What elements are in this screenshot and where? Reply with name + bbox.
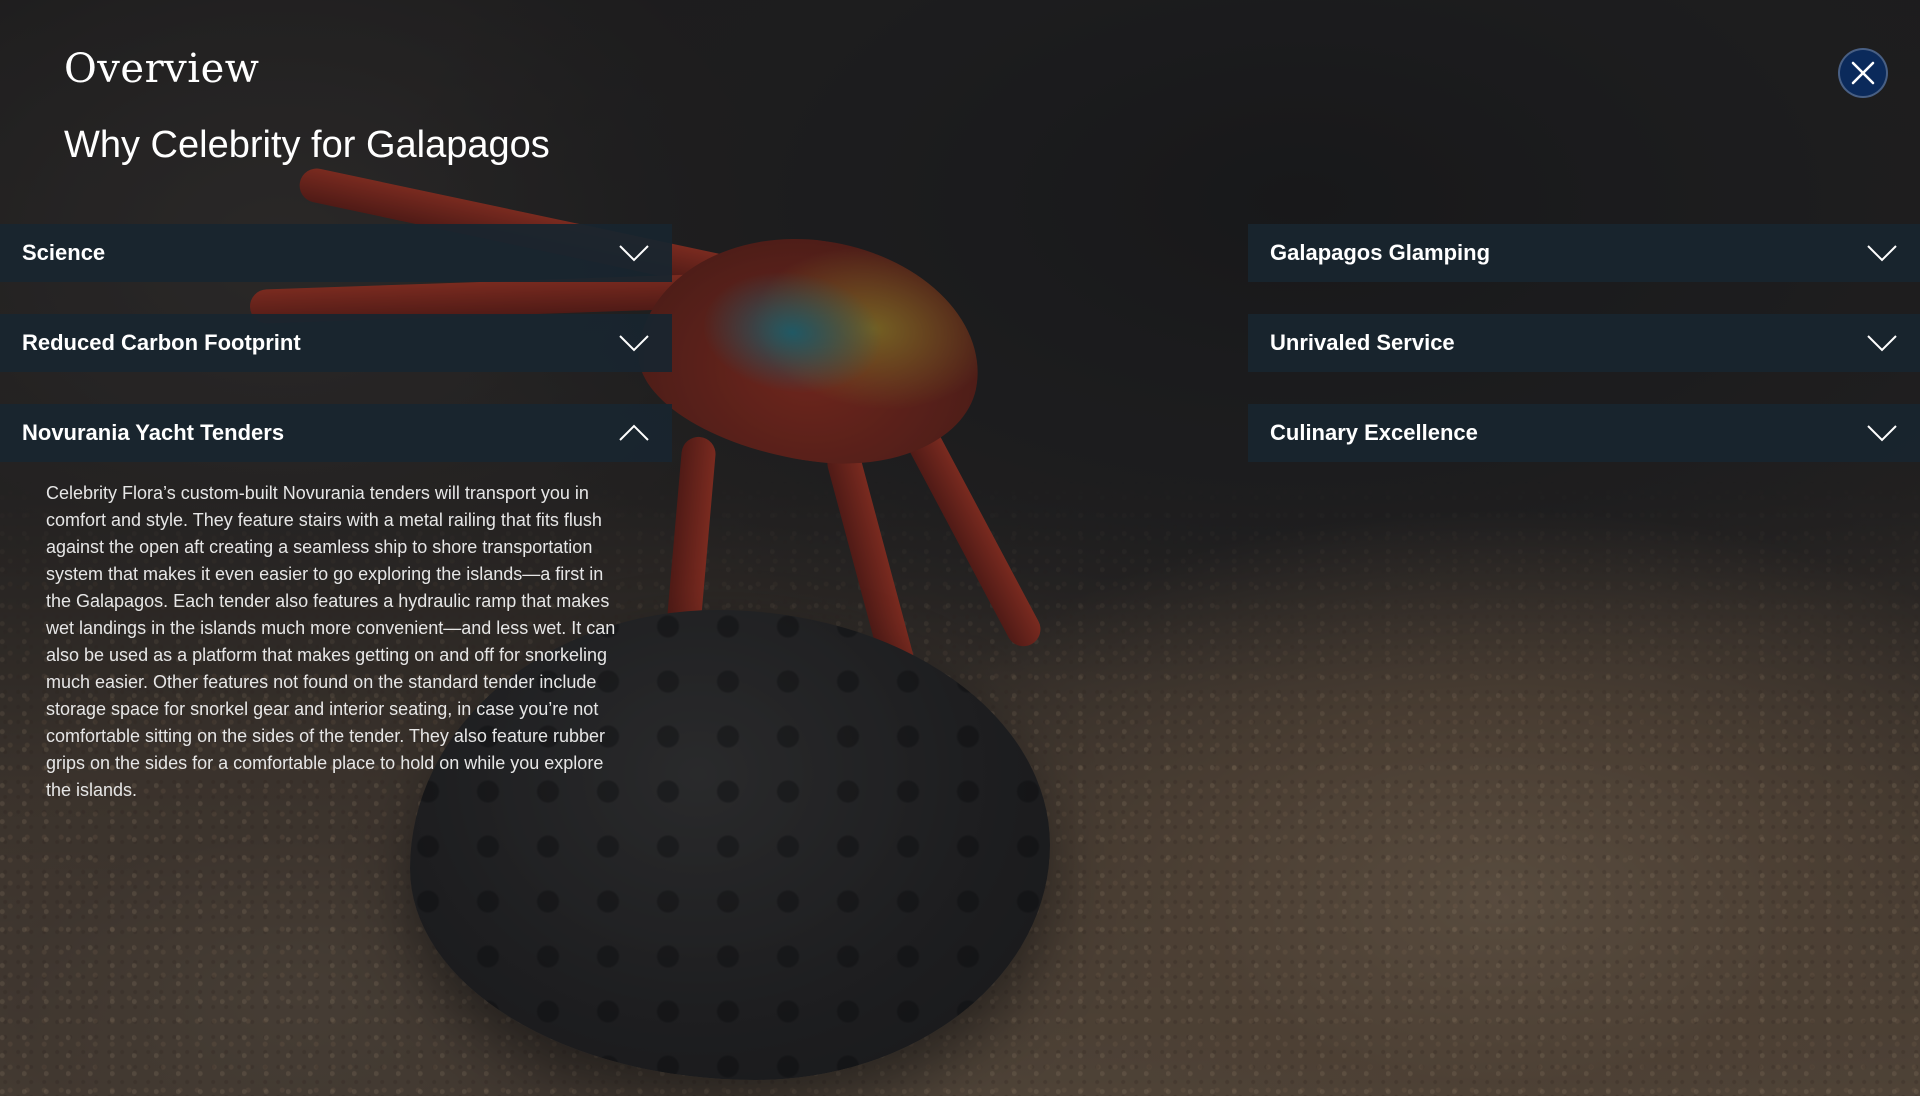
close-icon <box>1851 61 1875 85</box>
accordion-header-galapagos-glamping[interactable]: Galapagos Glamping <box>1248 224 1920 282</box>
chevron-up-icon <box>619 424 649 441</box>
accordion-left-column: Science Reduced Carbon Footprint Novuran… <box>0 224 672 836</box>
accordion-body-novurania-yacht-tenders: Celebrity Flora’s custom-built Novurania… <box>46 483 616 800</box>
section-eyebrow: Overview <box>64 46 260 92</box>
accordion-label: Science <box>22 240 106 265</box>
accordion-header-unrivaled-service[interactable]: Unrivaled Service <box>1248 314 1920 372</box>
accordion-item-reduced-carbon-footprint: Reduced Carbon Footprint <box>0 314 672 372</box>
chevron-down-icon <box>1867 425 1897 442</box>
accordion-item-galapagos-glamping: Galapagos Glamping <box>1248 224 1920 282</box>
page-title: Why Celebrity for Galapagos <box>64 124 550 166</box>
accordion-label: Reduced Carbon Footprint <box>22 330 301 355</box>
accordion-item-science: Science <box>0 224 672 282</box>
accordion-header-novurania-yacht-tenders[interactable]: Novurania Yacht Tenders <box>0 404 672 462</box>
chevron-down-icon <box>1867 335 1897 352</box>
accordion-item-novurania-yacht-tenders: Novurania Yacht Tenders Celebrity Flora’… <box>0 404 672 804</box>
accordion-right-column: Galapagos Glamping Unrivaled Service Cul… <box>1248 224 1920 494</box>
close-button[interactable] <box>1838 48 1888 98</box>
accordion-header-culinary-excellence[interactable]: Culinary Excellence <box>1248 404 1920 462</box>
chevron-down-icon <box>1867 245 1897 262</box>
accordion-label: Galapagos Glamping <box>1270 240 1491 265</box>
accordion-label: Novurania Yacht Tenders <box>22 420 285 445</box>
chevron-down-icon <box>619 245 649 262</box>
accordion-label: Unrivaled Service <box>1270 330 1455 355</box>
accordion-label: Culinary Excellence <box>1270 420 1478 445</box>
chevron-down-icon <box>619 335 649 352</box>
accordion-item-culinary-excellence: Culinary Excellence <box>1248 404 1920 462</box>
accordion-item-unrivaled-service: Unrivaled Service <box>1248 314 1920 372</box>
accordion-header-reduced-carbon-footprint[interactable]: Reduced Carbon Footprint <box>0 314 672 372</box>
accordion-header-science[interactable]: Science <box>0 224 672 282</box>
